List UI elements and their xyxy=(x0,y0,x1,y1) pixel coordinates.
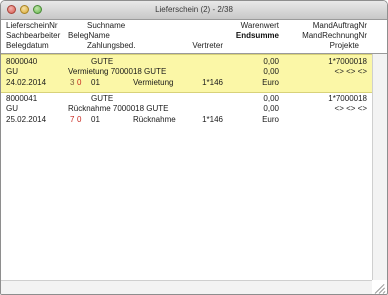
row-sachbearbeiter: GU xyxy=(6,67,18,76)
row-waehrung: Euro xyxy=(262,115,279,124)
header-projekte[interactable]: Projekte xyxy=(301,41,359,51)
row-mandrechnungnr: <> <> <> xyxy=(334,104,367,113)
row-art: Rücknahme xyxy=(133,115,176,124)
row-belegdatum: 25.02.2014 xyxy=(6,115,47,124)
row-mandauftragnr: 1*7000018 xyxy=(328,57,367,66)
row-waehrung: Euro xyxy=(262,78,279,87)
row-belegname: Vermietung 7000018 GUTE xyxy=(68,67,167,76)
row-endsumme: 0,00 xyxy=(263,67,279,76)
header-zahlungsbed[interactable]: Zahlungsbed. xyxy=(87,41,135,51)
horizontal-scrollbar[interactable] xyxy=(1,280,372,294)
header-suchname[interactable]: Suchname xyxy=(87,21,125,31)
row-belegdatum: 24.02.2014 xyxy=(6,78,47,87)
header-mandauftragnr[interactable]: MandAuftragNr xyxy=(301,21,367,31)
header-mandrechnungnr[interactable]: MandRechnungNr xyxy=(301,31,367,41)
header-belegdatum[interactable]: Belegdatum xyxy=(6,41,49,51)
header-belegname[interactable]: BelegName xyxy=(68,31,110,41)
row-suchname: GUTE xyxy=(91,57,114,66)
row-vertreter: 1*146 xyxy=(202,78,223,87)
header-endsumme[interactable]: Endsumme xyxy=(225,31,279,41)
row-warenwert: 0,00 xyxy=(263,57,279,66)
header-warenwert[interactable]: Warenwert xyxy=(225,21,279,31)
row-lieferscheinnr: 8000040 xyxy=(6,57,38,66)
row-suchname: GUTE xyxy=(91,94,114,103)
title-bar[interactable]: Lieferschein (2) - 2/38 xyxy=(1,1,387,20)
header-lieferscheinnr[interactable]: LieferscheinNr xyxy=(6,21,58,31)
resize-grip-icon[interactable] xyxy=(373,281,386,294)
list-window: Lieferschein (2) - 2/38 LieferscheinNr S… xyxy=(0,0,388,295)
row-flag-1: 7 xyxy=(70,115,75,124)
column-header: LieferscheinNr Suchname Warenwert MandAu… xyxy=(1,20,387,54)
row-lieferscheinnr: 8000041 xyxy=(6,94,38,103)
row-zahlungsbed: 01 xyxy=(91,115,100,124)
vertical-scrollbar[interactable] xyxy=(372,54,387,280)
row-zahlungsbed: 01 xyxy=(91,78,100,87)
row-mandrechnungnr: <> <> <> xyxy=(334,67,367,76)
row-flag-2: 0 xyxy=(77,78,82,87)
row-vertreter: 1*146 xyxy=(202,115,223,124)
row-art: Vermietung xyxy=(133,78,174,87)
window-title: Lieferschein (2) - 2/38 xyxy=(155,5,233,14)
table-row[interactable]: 8000040 GUTE 0,00 1*7000018 GU Vermietun… xyxy=(1,54,372,93)
row-sachbearbeiter: GU xyxy=(6,104,18,113)
table-row[interactable]: 8000041 GUTE 0,00 1*7000018 GU Rücknahme… xyxy=(1,92,372,129)
row-flag-2: 0 xyxy=(77,115,82,124)
row-endsumme: 0,00 xyxy=(263,104,279,113)
row-flag-1: 3 xyxy=(70,78,75,87)
row-mandauftragnr: 1*7000018 xyxy=(328,94,367,103)
header-sachbearbeiter[interactable]: Sachbearbeiter xyxy=(6,31,60,41)
header-vertreter[interactable]: Vertreter xyxy=(177,41,223,51)
row-belegname: Rücknahme 7000018 GUTE xyxy=(68,104,169,113)
row-warenwert: 0,00 xyxy=(263,94,279,103)
